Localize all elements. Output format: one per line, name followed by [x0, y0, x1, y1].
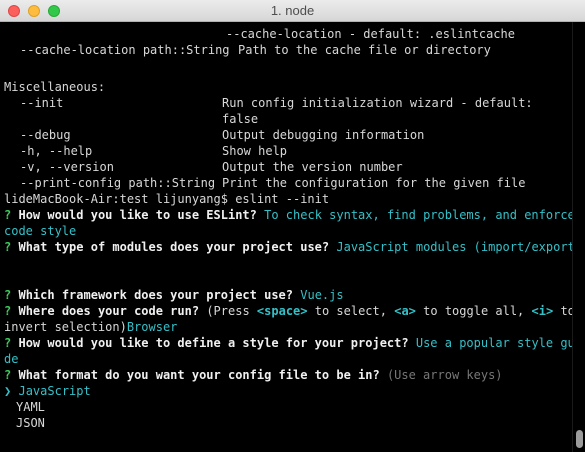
answer-text: JavaScript modules (import/export) — [336, 240, 572, 254]
prompt-question-line: ? What format do you want your config fi… — [4, 367, 503, 383]
help-description: Print the configuration for the given fi… — [222, 176, 526, 190]
pointer-icon: ❯ — [4, 384, 12, 398]
hint-text: (Press — [206, 304, 250, 318]
terminal-output[interactable]: --cache-location - default: .eslintcache… — [0, 22, 572, 452]
answer-text: code style — [4, 224, 77, 238]
prompt-answer-continuation: invert selection)Browser — [4, 319, 177, 335]
question-text: What format do you want your config file… — [18, 368, 380, 382]
hint-text: to select, — [314, 304, 387, 318]
hint-text: invert selection) — [4, 320, 127, 334]
window-title: 1. node — [270, 3, 315, 18]
title-bar: 1. node — [0, 0, 585, 22]
answer-text: de — [4, 352, 19, 366]
question-text: How would you like to define a style for… — [18, 336, 409, 350]
hint-text: to — [560, 304, 572, 318]
help-option: --init — [20, 96, 64, 110]
option-item[interactable]: YAML — [16, 399, 45, 415]
help-option: --debug — [20, 128, 71, 142]
help-option: -h, --help — [20, 144, 93, 158]
answer-text: To check syntax, find problems, and enfo… — [264, 208, 572, 222]
question-mark-icon: ? — [4, 208, 12, 222]
prompt-answer-continuation: de — [4, 351, 18, 367]
help-option: --cache-location path::String — [20, 43, 230, 57]
help-option: -v, --version — [20, 160, 114, 174]
prompt-answer-continuation: code style — [4, 223, 76, 239]
hint-text: to toggle all, — [423, 304, 525, 318]
key-hint-i: <i> — [531, 304, 554, 318]
option-selected[interactable]: ❯ JavaScript — [4, 383, 91, 399]
help-line-cache-default: --cache-location - default: .eslintcache — [226, 27, 515, 41]
scrollbar-thumb[interactable] — [576, 430, 583, 448]
question-mark-icon: ? — [4, 368, 12, 382]
help-description: Path to the cache file or directory — [238, 43, 491, 57]
shell-prompt-line: lideMacBook-Air:test lijunyang$ eslint -… — [4, 192, 330, 206]
answer-text: Vue.js — [300, 288, 344, 302]
prompt-question-line: ? Where does your code run? (Press <spac… — [4, 303, 572, 319]
help-description: Output debugging information — [222, 128, 425, 142]
question-text: Where does your code run? — [18, 304, 200, 318]
question-mark-icon: ? — [4, 288, 12, 302]
question-text: What type of modules does your project u… — [18, 240, 330, 254]
question-mark-icon: ? — [4, 336, 12, 350]
question-mark-icon: ? — [4, 240, 12, 254]
question-text: Which framework does your project use? — [18, 288, 294, 302]
hint-text: (Use arrow keys) — [386, 368, 503, 382]
prompt-question-line: ? What type of modules does your project… — [4, 239, 572, 255]
help-description: Show help — [222, 144, 288, 158]
key-hint-a: <a> — [394, 304, 416, 318]
help-option: --print-config path::String — [20, 176, 216, 190]
question-mark-icon: ? — [4, 304, 12, 318]
answer-text: Use a popular style gui — [415, 336, 572, 350]
help-description: false — [222, 112, 259, 126]
key-hint-space: <space> — [256, 304, 308, 318]
option-item[interactable]: JSON — [16, 415, 45, 431]
help-description: Run config initialization wizard - defau… — [222, 96, 533, 110]
option-label: JavaScript — [18, 384, 91, 398]
question-text: How would you like to use ESLint? — [18, 208, 257, 222]
answer-text: Browser — [126, 320, 178, 334]
prompt-question-line: ? How would you like to define a style f… — [4, 335, 572, 351]
vertical-scrollbar[interactable] — [572, 22, 585, 452]
help-section-heading: Miscellaneous: — [4, 80, 106, 94]
prompt-question-line: ? Which framework does your project use?… — [4, 287, 344, 303]
help-description: Output the version number — [222, 160, 403, 174]
prompt-question-line: ? How would you like to use ESLint? To c… — [4, 207, 572, 223]
terminal-window: 1. node --cache-location - default: .esl… — [0, 0, 585, 452]
